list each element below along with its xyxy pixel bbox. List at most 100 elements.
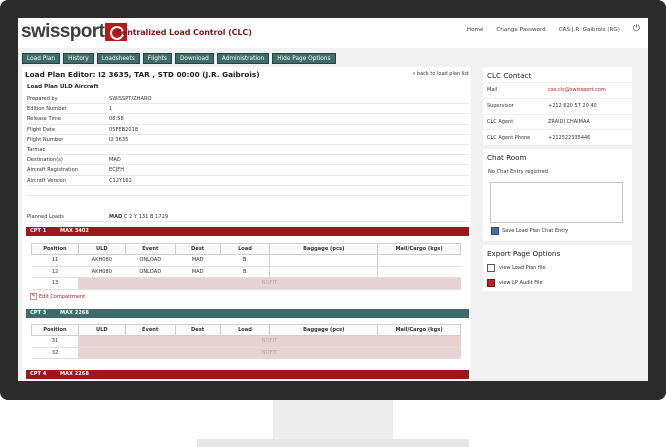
- info-key: Destination(s): [27, 157, 63, 164]
- cell-dest: MAD: [175, 266, 221, 278]
- edit-compartment-label: Edit Compartment: [39, 293, 86, 300]
- cell-load: B: [220, 266, 270, 278]
- cell-position: 13: [31, 277, 79, 290]
- panel-title: Chat Room: [487, 153, 527, 163]
- edit-compartment-link[interactable]: ✎ Edit Compartment: [30, 293, 85, 300]
- save-chat-button[interactable]: Save Load Plan Chat Entry: [483, 223, 632, 241]
- cell-position: 31: [31, 335, 79, 348]
- planned-loads-row: Planned Loads MAD C 2 Y 131 B 1729: [27, 212, 469, 222]
- cell-uld: AKH080: [78, 266, 126, 278]
- nav-flights[interactable]: Flights: [142, 53, 172, 64]
- contact-value: +212 620 57 20 40: [548, 103, 597, 110]
- col-header: Load: [219, 243, 271, 255]
- cell-event: ONLOAD: [125, 266, 176, 278]
- chat-textarea[interactable]: [490, 182, 623, 224]
- table-header-row: Position ULD Event Dest Load Baggage (pc…: [31, 324, 461, 336]
- table-row[interactable]: 32 NOFIT: [31, 347, 461, 359]
- cell-uld: AKH080: [78, 254, 126, 267]
- cell-mail: [377, 254, 461, 267]
- info-value: SWISSPT/ZHARO: [109, 96, 152, 102]
- info-row: Flight Number I2 3635: [27, 135, 469, 145]
- file-icon: [487, 263, 495, 272]
- cell-dest: MAD: [175, 254, 221, 267]
- panel-title: Export Page Options: [487, 249, 561, 259]
- export-panel: Export Page Options view Load Plan file …: [483, 245, 632, 292]
- cell-baggage: [269, 254, 378, 267]
- compartment-name: CPT 1: [30, 228, 47, 234]
- cell-position: 11: [31, 254, 79, 267]
- view-audit-file-link[interactable]: view LP Audit File: [483, 276, 632, 292]
- nav-loadsheets[interactable]: Loadsheets: [96, 53, 140, 64]
- compartment-header: CPT 1 MAX 3402: [26, 227, 469, 236]
- user-account-link[interactable]: CAS:J.R. Gaibrois (RG): [559, 27, 620, 33]
- app-tagline: Centralized Load Control (CLC): [116, 28, 252, 37]
- save-chat-label: Save Load Plan Chat Entry: [502, 228, 569, 235]
- header-links: Home Change Password CAS:J.R. Gaibrois (…: [467, 25, 640, 34]
- info-key: Aircraft Version: [27, 177, 66, 184]
- info-row: Flight Date 05FEB2018: [27, 125, 469, 135]
- compartment-table: Position ULD Event Dest Load Baggage (pc…: [31, 243, 461, 290]
- info-value: 08:58: [109, 116, 124, 123]
- contact-row: CLC Agent ZRAIDI CHAIMAA: [483, 113, 632, 130]
- panel-title: CLC Contact: [487, 71, 532, 80]
- contact-email-link[interactable]: cas.clc@swissport.com: [548, 87, 606, 93]
- power-icon[interactable]: ⏻: [633, 25, 640, 34]
- col-header: ULD: [77, 243, 126, 255]
- change-password-link[interactable]: Change Password: [496, 27, 545, 33]
- edit-icon: ✎: [30, 293, 37, 300]
- info-key: Edition Number: [27, 106, 67, 113]
- info-key: Flight Date: [27, 126, 56, 133]
- main-nav: Load Plan History Loadsheets Flights Dow…: [22, 53, 336, 64]
- table-row[interactable]: 13 NOFIT: [31, 277, 461, 290]
- contact-key: CLC Agent: [487, 118, 514, 125]
- flight-info-list: Prepared by SWISSPT/ZHARO Edition Number 1…: [27, 94, 469, 196]
- contact-row: CLC Agent Phone +212522335446: [483, 129, 632, 145]
- table-row[interactable]: 11 AKH080 ONLOAD MAD B: [31, 254, 461, 267]
- cell-nofit: NOFIT: [78, 347, 461, 359]
- nav-administration[interactable]: Administration: [216, 53, 270, 64]
- nav-download[interactable]: Download: [174, 53, 214, 64]
- compartment-max: MAX 3402: [60, 228, 89, 234]
- cell-event: ONLOAD: [125, 254, 176, 267]
- contact-value: ZRAIDI CHAIMAA: [548, 118, 590, 125]
- planned-dest: MAD: [109, 214, 123, 220]
- cell-mail: [377, 266, 461, 278]
- nav-load-plan[interactable]: Load Plan: [22, 53, 61, 64]
- chat-room-panel: Chat Room No Chat Entry registred Save L…: [483, 149, 632, 242]
- export-label: view LP Audit File: [499, 280, 543, 287]
- info-value: 05FEB2018: [109, 126, 139, 133]
- page-title: Load Plan Editor: I2 3635, TAR , STD 00:…: [25, 70, 260, 79]
- cell-baggage: [269, 266, 378, 278]
- info-key: Tarmac: [27, 146, 46, 153]
- col-header: Position: [31, 243, 79, 255]
- cell-load: B: [220, 254, 270, 267]
- cell-nofit: NOFIT: [78, 335, 461, 348]
- contact-key: CLC Agent Phone: [487, 134, 531, 141]
- view-load-plan-link[interactable]: view Load Plan file: [483, 260, 632, 276]
- swissport-logo[interactable]: swissport: [21, 21, 128, 43]
- col-header: Baggage (pcs): [269, 324, 379, 336]
- info-row: [27, 186, 469, 196]
- contact-row: Supervisor +212 620 57 20 40: [483, 97, 632, 114]
- browser-screen: swissport Centralized Load Control (CLC)…: [18, 18, 648, 381]
- info-row: Aircraft Registration ECJFH: [27, 165, 469, 176]
- info-value: ECJFH: [109, 167, 125, 174]
- table-row[interactable]: 12 AKH080 ONLOAD MAD B: [31, 266, 461, 278]
- clc-contact-panel: CLC Contact Mail cas.clc@swissport.com Su…: [483, 67, 632, 146]
- info-key: Release Time: [27, 116, 61, 123]
- nav-history[interactable]: History: [63, 53, 94, 64]
- info-value: 1: [109, 106, 113, 113]
- compartment-table: Position ULD Event Dest Load Baggage (pc…: [31, 324, 461, 359]
- nav-hide-page-options[interactable]: Hide Page Options: [272, 53, 336, 64]
- info-row: Aircraft Version C12Y162: [27, 176, 469, 186]
- pdf-icon: [487, 279, 495, 288]
- info-row: Destination(s) MAD: [27, 155, 469, 166]
- col-header: Position: [31, 324, 79, 336]
- col-header: Event: [124, 324, 176, 336]
- compartment-header: CPT 3 MAX 2268: [26, 309, 469, 318]
- monitor-stand-base: [197, 439, 469, 447]
- home-link[interactable]: Home: [467, 27, 484, 33]
- back-to-list-link[interactable]: « back to load plan list: [412, 71, 469, 77]
- info-row: Prepared by SWISSPT/ZHARO: [27, 94, 469, 105]
- table-row[interactable]: 31 NOFIT: [31, 335, 461, 348]
